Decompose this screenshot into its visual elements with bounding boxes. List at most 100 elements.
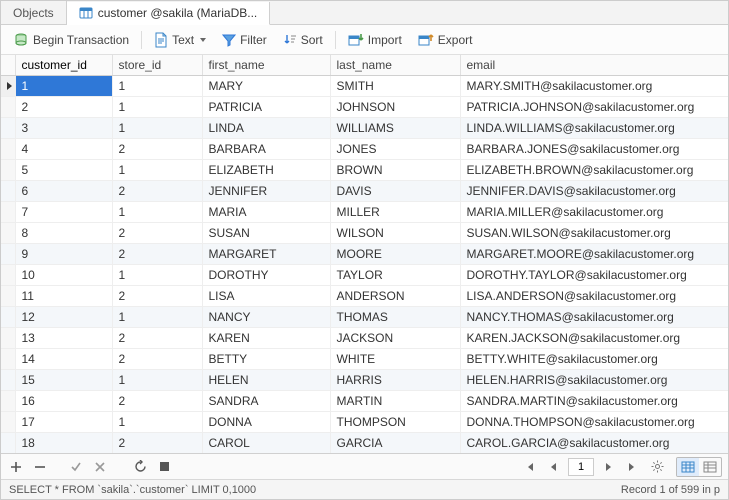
cell-customer-id[interactable]: 10 bbox=[15, 265, 112, 286]
cell-customer-id[interactable]: 16 bbox=[15, 391, 112, 412]
cell-first-name[interactable]: CAROL bbox=[202, 433, 330, 454]
cell-customer-id[interactable]: 4 bbox=[15, 139, 112, 160]
filter-button[interactable]: Filter bbox=[216, 30, 273, 50]
row-gutter[interactable] bbox=[1, 349, 15, 370]
cell-store-id[interactable]: 2 bbox=[112, 391, 202, 412]
cell-last-name[interactable]: SMITH bbox=[330, 76, 460, 97]
table-row[interactable]: 151HELENHARRISHELEN.HARRIS@sakilacustome… bbox=[1, 370, 728, 391]
cell-email[interactable]: LISA.ANDERSON@sakilacustomer.org bbox=[460, 286, 728, 307]
table-row[interactable]: 162SANDRAMARTINSANDRA.MARTIN@sakilacusto… bbox=[1, 391, 728, 412]
cancel-button[interactable] bbox=[91, 458, 109, 476]
table-row[interactable]: 51ELIZABETHBROWNELIZABETH.BROWN@sakilacu… bbox=[1, 160, 728, 181]
cell-customer-id[interactable]: 11 bbox=[15, 286, 112, 307]
table-row[interactable]: 71MARIAMILLERMARIA.MILLER@sakilacustomer… bbox=[1, 202, 728, 223]
nav-prev-button[interactable] bbox=[544, 458, 562, 476]
cell-customer-id[interactable]: 17 bbox=[15, 412, 112, 433]
table-row[interactable]: 21PATRICIAJOHNSONPATRICIA.JOHNSON@sakila… bbox=[1, 97, 728, 118]
cell-first-name[interactable]: SUSAN bbox=[202, 223, 330, 244]
cell-last-name[interactable]: JOHNSON bbox=[330, 97, 460, 118]
col-first-name[interactable]: first_name bbox=[202, 55, 330, 76]
col-customer-id[interactable]: customer_id bbox=[15, 55, 112, 76]
row-gutter[interactable] bbox=[1, 412, 15, 433]
table-row[interactable]: 121NANCYTHOMASNANCY.THOMAS@sakilacustome… bbox=[1, 307, 728, 328]
cell-first-name[interactable]: KAREN bbox=[202, 328, 330, 349]
col-email[interactable]: email bbox=[460, 55, 728, 76]
cell-store-id[interactable]: 1 bbox=[112, 412, 202, 433]
cell-email[interactable]: KAREN.JACKSON@sakilacustomer.org bbox=[460, 328, 728, 349]
row-gutter[interactable] bbox=[1, 76, 15, 97]
cell-store-id[interactable]: 2 bbox=[112, 244, 202, 265]
cell-email[interactable]: HELEN.HARRIS@sakilacustomer.org bbox=[460, 370, 728, 391]
cell-last-name[interactable]: WILLIAMS bbox=[330, 118, 460, 139]
cell-email[interactable]: MARIA.MILLER@sakilacustomer.org bbox=[460, 202, 728, 223]
cell-store-id[interactable]: 2 bbox=[112, 328, 202, 349]
row-gutter[interactable] bbox=[1, 286, 15, 307]
page-input[interactable] bbox=[568, 458, 594, 476]
cell-email[interactable]: JENNIFER.DAVIS@sakilacustomer.org bbox=[460, 181, 728, 202]
cell-last-name[interactable]: ANDERSON bbox=[330, 286, 460, 307]
cell-customer-id[interactable]: 2 bbox=[15, 97, 112, 118]
cell-store-id[interactable]: 2 bbox=[112, 433, 202, 454]
cell-first-name[interactable]: PATRICIA bbox=[202, 97, 330, 118]
cell-customer-id[interactable]: 5 bbox=[15, 160, 112, 181]
cell-customer-id[interactable]: 12 bbox=[15, 307, 112, 328]
row-gutter[interactable] bbox=[1, 97, 15, 118]
settings-button[interactable] bbox=[648, 458, 666, 476]
cell-email[interactable]: CAROL.GARCIA@sakilacustomer.org bbox=[460, 433, 728, 454]
cell-customer-id[interactable]: 7 bbox=[15, 202, 112, 223]
cell-store-id[interactable]: 1 bbox=[112, 118, 202, 139]
cell-last-name[interactable]: JACKSON bbox=[330, 328, 460, 349]
table-row[interactable]: 171DONNATHOMPSONDONNA.THOMPSON@sakilacus… bbox=[1, 412, 728, 433]
cell-first-name[interactable]: DOROTHY bbox=[202, 265, 330, 286]
table-row[interactable]: 92MARGARETMOOREMARGARET.MOORE@sakilacust… bbox=[1, 244, 728, 265]
cell-email[interactable]: DONNA.THOMPSON@sakilacustomer.org bbox=[460, 412, 728, 433]
cell-last-name[interactable]: THOMPSON bbox=[330, 412, 460, 433]
row-gutter[interactable] bbox=[1, 307, 15, 328]
cell-first-name[interactable]: MARGARET bbox=[202, 244, 330, 265]
cell-customer-id[interactable]: 6 bbox=[15, 181, 112, 202]
cell-email[interactable]: SANDRA.MARTIN@sakilacustomer.org bbox=[460, 391, 728, 412]
cell-last-name[interactable]: HARRIS bbox=[330, 370, 460, 391]
cell-last-name[interactable]: WILSON bbox=[330, 223, 460, 244]
table-row[interactable]: 142BETTYWHITEBETTY.WHITE@sakilacustomer.… bbox=[1, 349, 728, 370]
stop-button[interactable] bbox=[155, 458, 173, 476]
cell-store-id[interactable]: 1 bbox=[112, 370, 202, 391]
cell-email[interactable]: SUSAN.WILSON@sakilacustomer.org bbox=[460, 223, 728, 244]
row-gutter[interactable] bbox=[1, 160, 15, 181]
cell-first-name[interactable]: BETTY bbox=[202, 349, 330, 370]
cell-first-name[interactable]: NANCY bbox=[202, 307, 330, 328]
grid-view-button[interactable] bbox=[677, 458, 699, 476]
col-last-name[interactable]: last_name bbox=[330, 55, 460, 76]
refresh-button[interactable] bbox=[131, 458, 149, 476]
cell-customer-id[interactable]: 1 bbox=[15, 76, 112, 97]
cell-first-name[interactable]: BARBARA bbox=[202, 139, 330, 160]
cell-customer-id[interactable]: 3 bbox=[15, 118, 112, 139]
row-gutter[interactable] bbox=[1, 181, 15, 202]
table-row[interactable]: 31LINDAWILLIAMSLINDA.WILLIAMS@sakilacust… bbox=[1, 118, 728, 139]
cell-last-name[interactable]: MILLER bbox=[330, 202, 460, 223]
add-row-button[interactable] bbox=[7, 458, 25, 476]
cell-store-id[interactable]: 1 bbox=[112, 160, 202, 181]
apply-button[interactable] bbox=[67, 458, 85, 476]
cell-store-id[interactable]: 2 bbox=[112, 286, 202, 307]
cell-customer-id[interactable]: 14 bbox=[15, 349, 112, 370]
cell-last-name[interactable]: BROWN bbox=[330, 160, 460, 181]
cell-store-id[interactable]: 1 bbox=[112, 97, 202, 118]
cell-store-id[interactable]: 1 bbox=[112, 202, 202, 223]
row-gutter[interactable] bbox=[1, 223, 15, 244]
table-row[interactable]: 132KARENJACKSONKAREN.JACKSON@sakilacusto… bbox=[1, 328, 728, 349]
cell-last-name[interactable]: DAVIS bbox=[330, 181, 460, 202]
table-row[interactable]: 112LISAANDERSONLISA.ANDERSON@sakilacusto… bbox=[1, 286, 728, 307]
delete-row-button[interactable] bbox=[31, 458, 49, 476]
cell-store-id[interactable]: 2 bbox=[112, 139, 202, 160]
nav-first-button[interactable] bbox=[520, 458, 538, 476]
cell-first-name[interactable]: MARIA bbox=[202, 202, 330, 223]
row-gutter[interactable] bbox=[1, 265, 15, 286]
cell-customer-id[interactable]: 9 bbox=[15, 244, 112, 265]
cell-email[interactable]: MARGARET.MOORE@sakilacustomer.org bbox=[460, 244, 728, 265]
cell-first-name[interactable]: LISA bbox=[202, 286, 330, 307]
row-gutter[interactable] bbox=[1, 370, 15, 391]
sort-button[interactable]: Sort bbox=[277, 30, 329, 50]
cell-email[interactable]: NANCY.THOMAS@sakilacustomer.org bbox=[460, 307, 728, 328]
cell-store-id[interactable]: 2 bbox=[112, 223, 202, 244]
